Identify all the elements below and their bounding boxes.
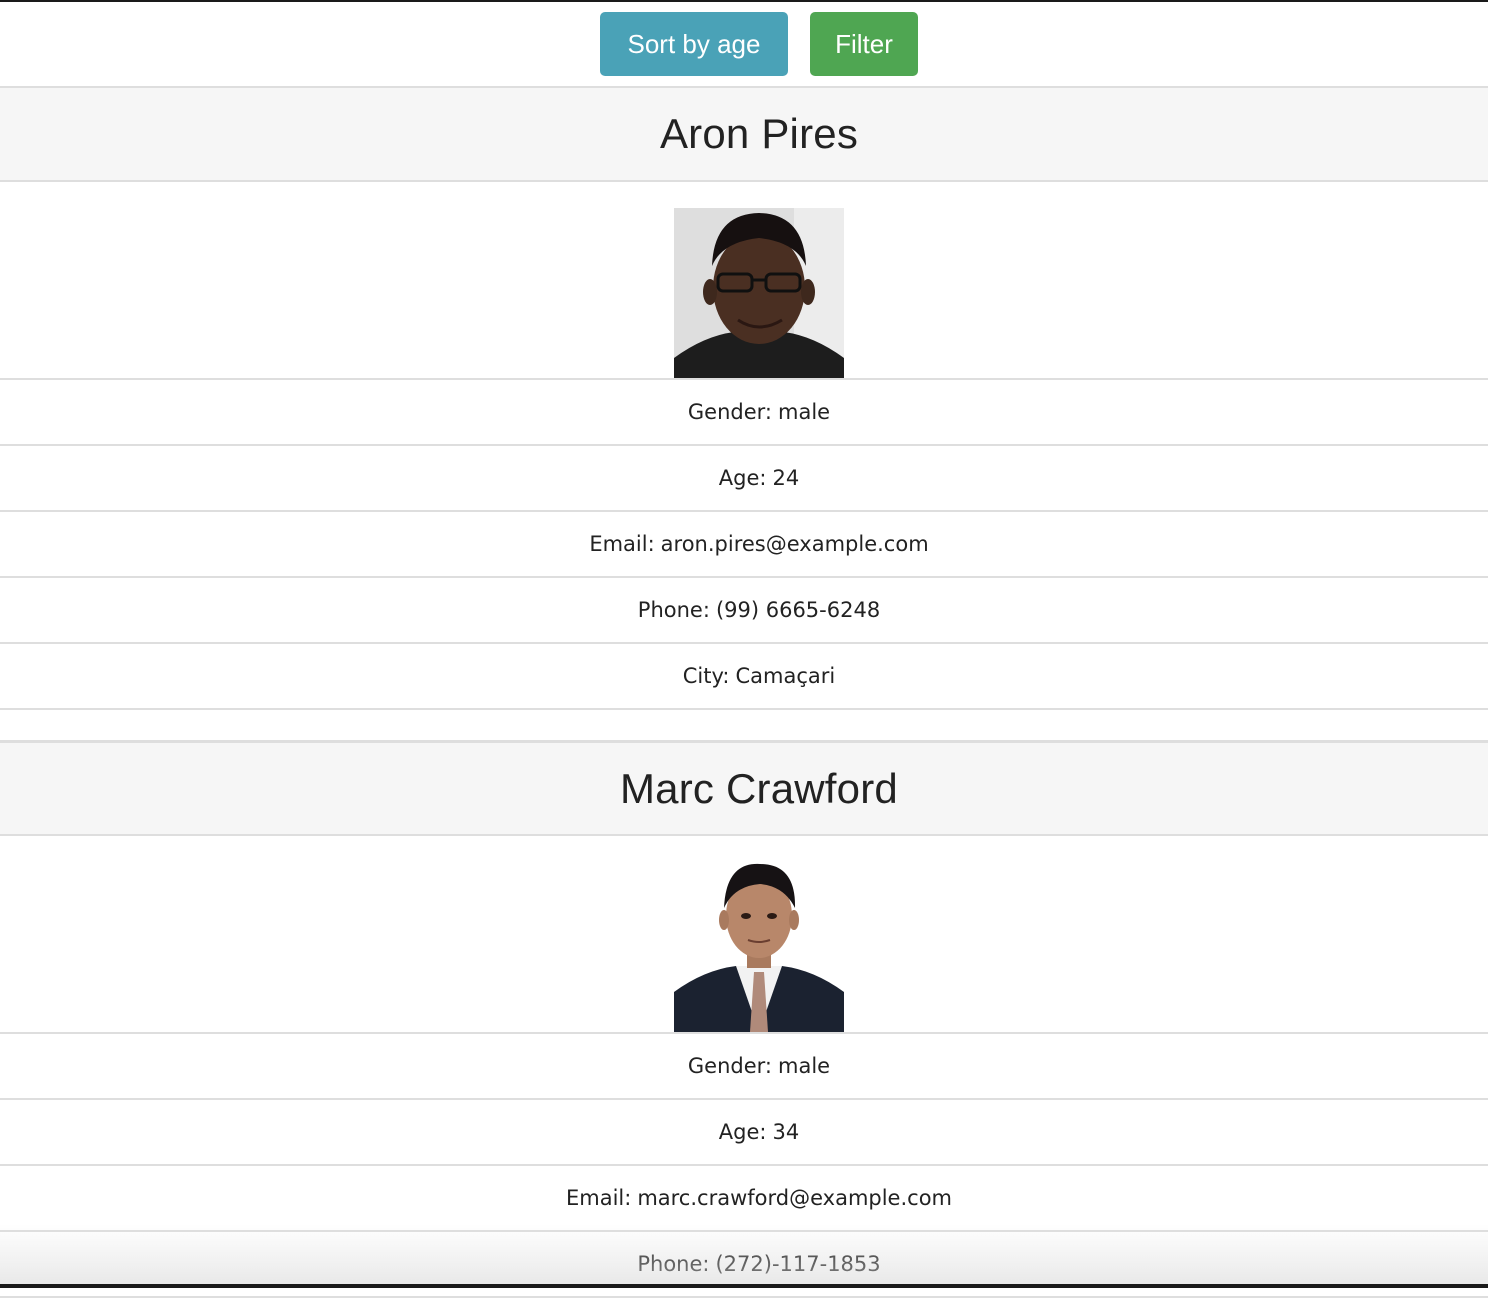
age-label: Age: [718,1120,767,1144]
card-header: Marc Crawford [0,740,1488,836]
email-value: marc.crawford@example.com [637,1186,953,1210]
person-name: Marc Crawford [620,764,898,812]
email-label: Email: [565,1186,632,1210]
gender-label: Gender: [687,1054,772,1078]
city-label: City: [682,664,730,688]
phone-label: Phone: [637,598,710,622]
phone-value: (272)-117-1853 [715,1252,881,1276]
age-value: 34 [772,1120,800,1144]
gender-value: male [778,1054,831,1078]
photo-row [0,182,1488,380]
email-row: Email: marc.crawford@example.com [0,1166,1488,1232]
person-card: Aron Pires Gender: male Age: 24 Email: a… [0,86,1488,738]
gender-row: Gender: male [0,380,1488,446]
person-photo [674,862,844,1032]
sort-by-age-button[interactable]: Sort by age [600,12,788,76]
toolbar: Sort by age Filter [0,2,1488,86]
card-header: Aron Pires [0,86,1488,182]
email-label: Email: [589,532,655,556]
gender-value: male [778,400,831,424]
phone-row: Phone: (272)-117-1853 [0,1232,1488,1298]
phone-value: (99) 6665-6248 [715,598,881,622]
email-row: Email: aron.pires@example.com [0,512,1488,578]
card-spacer [0,710,1488,738]
phone-row: Phone: (99) 6665-6248 [0,578,1488,644]
gender-label: Gender: [687,400,772,424]
window-bottom-border [0,1284,1488,1288]
email-value: aron.pires@example.com [660,532,929,556]
filter-button[interactable]: Filter [810,12,918,76]
person-photo [674,208,844,378]
age-value: 24 [772,466,800,490]
age-label: Age: [718,466,767,490]
phone-label: Phone: [637,1252,710,1276]
city-value: Camaçari [735,664,836,688]
gender-row: Gender: male [0,1034,1488,1100]
person-card: Marc Crawford Gender: male Age: 34 Email… [0,740,1488,1298]
city-row: City: Camaçari [0,644,1488,710]
person-name: Aron Pires [659,110,859,157]
age-row: Age: 24 [0,446,1488,512]
photo-row [0,836,1488,1034]
age-row: Age: 34 [0,1100,1488,1166]
